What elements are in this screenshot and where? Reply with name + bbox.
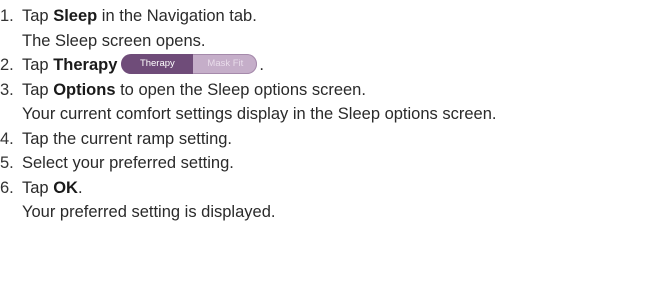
step-text-after: . bbox=[77, 178, 83, 197]
step-text-after: . bbox=[259, 56, 264, 74]
step-result-text: Your current comfort settings display in… bbox=[22, 105, 497, 123]
list-item-step-4: 4. Tap the current ramp setting. bbox=[0, 127, 659, 152]
list-item-result-6: Your preferred setting is displayed. bbox=[0, 200, 659, 225]
step-text-before: Tap bbox=[22, 80, 54, 99]
list-item-step-6: 6. Tap OK. bbox=[0, 176, 659, 201]
step-number: 6. bbox=[0, 178, 14, 197]
list-item-step-5: 5. Select your preferred setting. bbox=[0, 151, 659, 176]
step-number: 1. bbox=[0, 7, 14, 25]
step-text: Tap Therapy Therapy Mask Fit. bbox=[22, 53, 264, 78]
list-item-result-1: The Sleep screen opens. bbox=[0, 29, 659, 54]
list-item-step-2: 2. Tap Therapy Therapy Mask Fit. bbox=[0, 53, 659, 78]
step-text-after: in the Navigation tab. bbox=[97, 7, 257, 25]
step-keyword: Options bbox=[53, 80, 116, 99]
step-text-after: to open the Sleep options screen. bbox=[115, 80, 366, 99]
step-keyword: Sleep bbox=[53, 7, 98, 25]
step-result-text: Your preferred setting is displayed. bbox=[22, 203, 276, 221]
step-number: 5. bbox=[0, 154, 14, 172]
step-number: 4. bbox=[0, 129, 14, 148]
list-item-result-3: Your current comfort settings display in… bbox=[0, 102, 659, 127]
step-text: Select your preferred setting. bbox=[22, 154, 234, 172]
therapy-toggle-image: Therapy Mask Fit bbox=[121, 53, 258, 74]
step-text: Tap Options to open the Sleep options sc… bbox=[22, 78, 366, 103]
list-item-step-1: 1. Tap Sleep in the Navigation tab. bbox=[0, 4, 659, 29]
toggle-mask-fit-segment: Mask Fit bbox=[207, 57, 244, 69]
step-number: 2. bbox=[0, 56, 14, 74]
instruction-list: 1. Tap Sleep in the Navigation tab. The … bbox=[0, 4, 659, 225]
toggle-therapy-segment: Therapy bbox=[121, 53, 194, 74]
step-number: 3. bbox=[0, 80, 14, 99]
step-text-before: Tap bbox=[22, 178, 54, 197]
step-text: Tap Sleep in the Navigation tab. bbox=[22, 4, 257, 29]
step-keyword: Therapy bbox=[53, 56, 118, 74]
step-keyword: OK bbox=[53, 178, 78, 197]
step-result-text: The Sleep screen opens. bbox=[22, 31, 206, 50]
step-text: Tap the current ramp setting. bbox=[22, 129, 233, 148]
step-text-before: Tap bbox=[22, 56, 54, 74]
list-item-step-3: 3. Tap Options to open the Sleep options… bbox=[0, 78, 659, 103]
therapy-mask-fit-toggle: Therapy Mask Fit bbox=[121, 53, 258, 74]
step-text-before: Tap bbox=[22, 7, 54, 25]
step-text: Tap OK. bbox=[22, 176, 83, 201]
